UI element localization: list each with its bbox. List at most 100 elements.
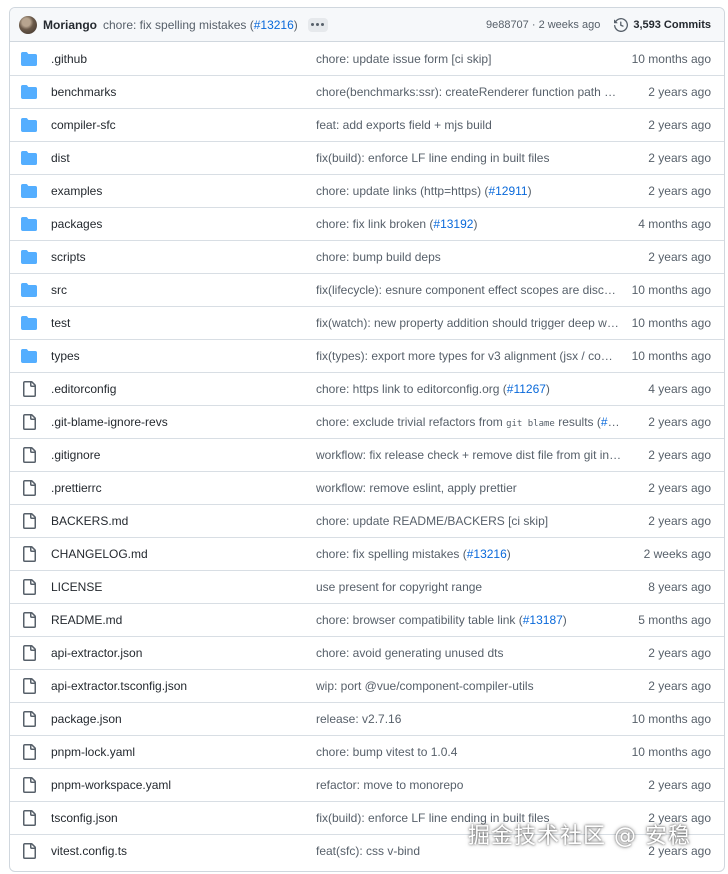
file-name[interactable]: BACKERS.md (51, 514, 316, 528)
commit-message[interactable]: chore: update links (http=https) (#12911… (316, 184, 622, 198)
commit-message[interactable]: use present for copyright range (316, 580, 622, 594)
commit-age[interactable]: 2 weeks ago (630, 547, 724, 561)
commit-message[interactable]: chore: exclude trivial refactors from gi… (316, 415, 622, 429)
commit-age[interactable]: 2 years ago (630, 118, 724, 132)
file-name[interactable]: package.json (51, 712, 316, 726)
file-row[interactable]: compiler-sfc feat: add exports field + mj… (10, 108, 724, 141)
file-row[interactable]: types fix(types): export more types for v… (10, 339, 724, 372)
file-name[interactable]: .github (51, 52, 316, 66)
file-name[interactable]: .gitignore (51, 448, 316, 462)
file-name[interactable]: .editorconfig (51, 382, 316, 396)
file-row[interactable]: .editorconfig chore: https link to editor… (10, 372, 724, 405)
latest-commit-pr-link[interactable]: #13216 (254, 18, 294, 32)
file-row[interactable]: README.md chore: browser compatibility ta… (10, 603, 724, 636)
file-row[interactable]: package.json release: v2.7.16 10 months ag… (10, 702, 724, 735)
commit-message[interactable]: chore: fix link broken (#13192) (316, 217, 622, 231)
commit-age[interactable]: 8 years ago (630, 580, 724, 594)
commit-age[interactable]: 10 months ago (630, 52, 724, 66)
commit-sha-time[interactable]: 9e88707 · 2 weeks ago (486, 19, 600, 31)
commit-age[interactable]: 2 years ago (630, 778, 724, 792)
commit-age[interactable]: 2 years ago (630, 151, 724, 165)
file-name[interactable]: LICENSE (51, 580, 316, 594)
file-row[interactable]: src fix(lifecycle): esnure component effe… (10, 273, 724, 306)
commit-age[interactable]: 10 months ago (630, 712, 724, 726)
file-row[interactable]: dist fix(build): enforce LF line ending i… (10, 141, 724, 174)
file-name[interactable]: api-extractor.json (51, 646, 316, 660)
file-row[interactable]: .github chore: update issue form [ci skip… (10, 42, 724, 75)
commit-age[interactable]: 4 years ago (630, 382, 724, 396)
commit-age[interactable]: 2 years ago (630, 250, 724, 264)
commit-pr-link[interactable]: #13216 (467, 547, 507, 561)
file-name[interactable]: vitest.config.ts (51, 844, 316, 858)
file-row[interactable]: scripts chore: bump build deps 2 years ago (10, 240, 724, 273)
file-row[interactable]: api-extractor.json chore: avoid generatin… (10, 636, 724, 669)
file-row[interactable]: CHANGELOG.md chore: fix spelling mistakes… (10, 537, 724, 570)
commit-pr-link[interactable]: #1… (601, 415, 622, 429)
file-row[interactable]: LICENSE use present for copyright range 8 … (10, 570, 724, 603)
commit-age[interactable]: 2 years ago (630, 646, 724, 660)
file-name[interactable]: packages (51, 217, 316, 231)
commit-age[interactable]: 5 months ago (630, 613, 724, 627)
file-row[interactable]: .gitignore workflow: fix release check + … (10, 438, 724, 471)
commit-age[interactable]: 10 months ago (630, 745, 724, 759)
file-name[interactable]: examples (51, 184, 316, 198)
commits-link[interactable]: 3,593 Commits (614, 17, 711, 32)
commit-message[interactable]: fix(build): enforce LF line ending in bu… (316, 151, 622, 165)
commit-age[interactable]: 2 years ago (630, 85, 724, 99)
commit-message[interactable]: chore: bump build deps (316, 250, 622, 264)
file-row[interactable]: examples chore: update links (http=https)… (10, 174, 724, 207)
commit-author[interactable]: Moriango (43, 18, 97, 32)
commit-message[interactable]: workflow: fix release check + remove dis… (316, 448, 622, 462)
commit-age[interactable]: 2 years ago (630, 679, 724, 693)
file-name[interactable]: test (51, 316, 316, 330)
file-name[interactable]: CHANGELOG.md (51, 547, 316, 561)
file-name[interactable]: .prettierrc (51, 481, 316, 495)
file-row[interactable]: .prettierrc workflow: remove eslint, appl… (10, 471, 724, 504)
file-name[interactable]: README.md (51, 613, 316, 627)
commit-message[interactable]: fix(types): export more types for v3 ali… (316, 349, 622, 363)
file-name[interactable]: dist (51, 151, 316, 165)
commit-message[interactable]: chore: update README/BACKERS [ci skip] (316, 514, 622, 528)
file-row[interactable]: BACKERS.md chore: update README/BACKERS [… (10, 504, 724, 537)
file-name[interactable]: pnpm-workspace.yaml (51, 778, 316, 792)
file-row[interactable]: benchmarks chore(benchmarks:ssr): createR… (10, 75, 724, 108)
commit-message[interactable]: feat: add exports field + mjs build (316, 118, 622, 132)
file-name[interactable]: scripts (51, 250, 316, 264)
commit-message[interactable]: fix(watch): new property addition should… (316, 316, 622, 330)
commit-pr-link[interactable]: #13192 (433, 217, 473, 231)
file-row[interactable]: pnpm-workspace.yaml refactor: move to mon… (10, 768, 724, 801)
commit-age[interactable]: 10 months ago (630, 283, 724, 297)
commit-message[interactable]: fix(lifecycle): esnure component effect … (316, 283, 622, 297)
file-name[interactable]: src (51, 283, 316, 297)
expand-commit-button[interactable] (307, 17, 328, 32)
file-name[interactable]: compiler-sfc (51, 118, 316, 132)
file-name[interactable]: api-extractor.tsconfig.json (51, 679, 316, 693)
commit-age[interactable]: 10 months ago (630, 349, 724, 363)
commit-age[interactable]: 2 years ago (630, 514, 724, 528)
commit-pr-link[interactable]: #12911 (488, 184, 527, 198)
file-row[interactable]: api-extractor.tsconfig.json wip: port @vu… (10, 669, 724, 702)
commit-message[interactable]: chore: browser compatibility table link … (316, 613, 622, 627)
commit-message[interactable]: chore: update issue form [ci skip] (316, 52, 622, 66)
avatar[interactable] (19, 15, 37, 34)
file-row[interactable]: test fix(watch): new property addition sh… (10, 306, 724, 339)
file-row[interactable]: packages chore: fix link broken (#13192) 4… (10, 207, 724, 240)
commit-message[interactable]: chore(benchmarks:ssr): createRenderer fu… (316, 85, 622, 99)
file-row[interactable]: pnpm-lock.yaml chore: bump vitest to 1.0.… (10, 735, 724, 768)
commit-age[interactable]: 10 months ago (630, 316, 724, 330)
commit-age[interactable]: 2 years ago (630, 448, 724, 462)
latest-commit-message[interactable]: chore: fix spelling mistakes (#13216) (103, 18, 298, 32)
file-name[interactable]: pnpm-lock.yaml (51, 745, 316, 759)
commit-pr-link[interactable]: #11267 (507, 382, 546, 396)
file-name[interactable]: types (51, 349, 316, 363)
commit-message[interactable]: chore: bump vitest to 1.0.4 (316, 745, 622, 759)
file-name[interactable]: .git-blame-ignore-revs (51, 415, 316, 429)
commit-message[interactable]: chore: fix spelling mistakes (#13216) (316, 547, 622, 561)
commit-age[interactable]: 2 years ago (630, 481, 724, 495)
commit-message[interactable]: wip: port @vue/component-compiler-utils (316, 679, 622, 693)
commit-age[interactable]: 2 years ago (630, 415, 724, 429)
commit-message[interactable]: workflow: remove eslint, apply prettier (316, 481, 622, 495)
commit-pr-link[interactable]: #13187 (523, 613, 563, 627)
commit-message[interactable]: refactor: move to monorepo (316, 778, 622, 792)
commit-age[interactable]: 2 years ago (630, 184, 724, 198)
